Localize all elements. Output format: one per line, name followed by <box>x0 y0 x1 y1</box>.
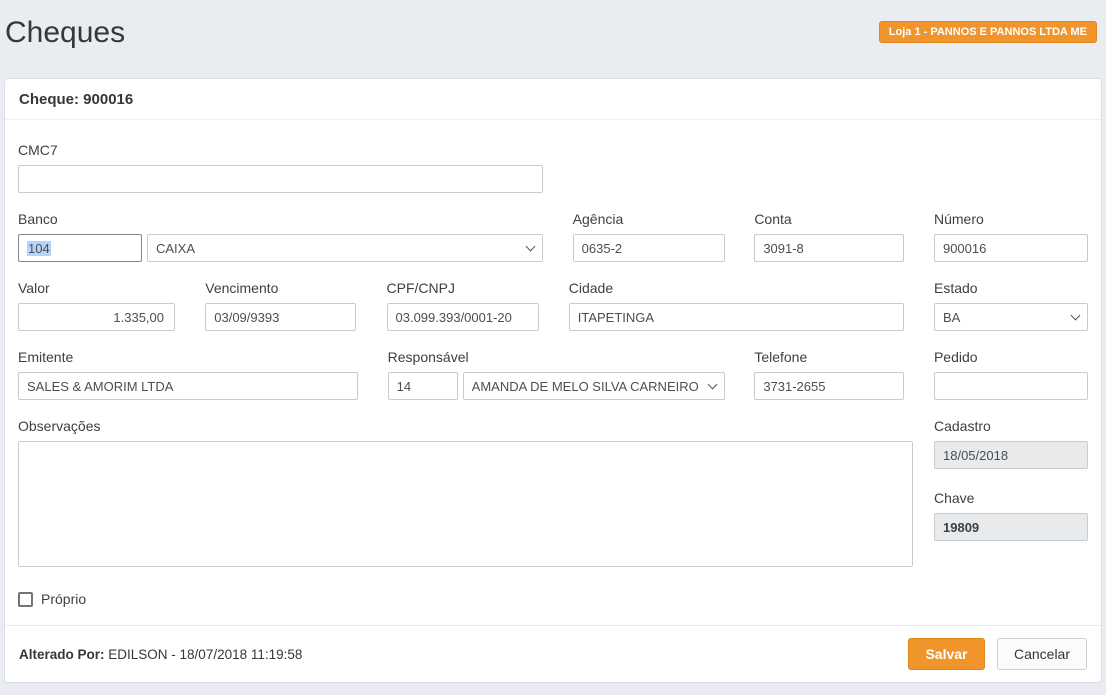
cidade-input[interactable] <box>569 303 904 331</box>
chevron-down-icon <box>707 379 717 389</box>
card-header: Cheque: 900016 <box>5 79 1101 120</box>
footer-buttons: Salvar Cancelar <box>908 638 1087 670</box>
valor-input[interactable] <box>18 303 175 331</box>
responsavel-group: AMANDA DE MELO SILVA CARNEIRO <box>388 372 725 400</box>
conta-input[interactable] <box>754 234 904 262</box>
chevron-down-icon <box>1071 310 1081 320</box>
banco-label: Banco <box>18 211 543 228</box>
row-cmc7: CMC7 <box>18 142 1088 193</box>
cmc7-input[interactable] <box>18 165 543 193</box>
agencia-input[interactable] <box>573 234 725 262</box>
banco-code-selected-text: 104 <box>27 241 51 256</box>
observacoes-textarea[interactable] <box>18 441 913 567</box>
field-cpf-cnpj: CPF/CNPJ <box>387 280 539 331</box>
card-footer: Alterado Por: EDILSON - 18/07/2018 11:19… <box>5 625 1101 682</box>
cidade-label: Cidade <box>569 280 904 297</box>
numero-label: Número <box>934 211 1088 228</box>
cheque-card: Cheque: 900016 CMC7 Banco 104 <box>4 78 1102 683</box>
field-conta: Conta <box>754 211 904 262</box>
field-observacoes: Observações <box>18 418 913 567</box>
cancel-button[interactable]: Cancelar <box>997 638 1087 670</box>
cmc7-label: CMC7 <box>18 142 543 159</box>
vencimento-input[interactable] <box>205 303 356 331</box>
observacoes-label: Observações <box>18 418 913 435</box>
field-banco: Banco 104 CAIXA <box>18 211 543 262</box>
banco-select[interactable]: CAIXA <box>147 234 543 262</box>
estado-select-value: BA <box>943 310 960 325</box>
altered-by-label: Alterado Por: <box>19 647 105 662</box>
altered-by-text: Alterado Por: EDILSON - 18/07/2018 11:19… <box>19 647 302 662</box>
banco-group: 104 CAIXA <box>18 234 543 262</box>
field-cidade: Cidade <box>569 280 904 331</box>
page: Cheques Loja 1 - PANNOS E PANNOS LTDA ME… <box>0 0 1106 695</box>
field-agencia: Agência <box>573 211 725 262</box>
cpf-cnpj-input[interactable] <box>387 303 539 331</box>
card-title: Cheque: 900016 <box>19 91 133 108</box>
valor-label: Valor <box>18 280 175 297</box>
cpf-cnpj-label: CPF/CNPJ <box>387 280 539 297</box>
field-vencimento: Vencimento <box>205 280 356 331</box>
cheque-form: CMC7 Banco 104 CAIXA <box>5 120 1101 607</box>
responsavel-code-input[interactable] <box>388 372 458 400</box>
banco-code-input[interactable]: 104 <box>18 234 142 262</box>
conta-label: Conta <box>754 211 904 228</box>
page-title: Cheques <box>5 11 125 55</box>
field-responsavel: Responsável AMANDA DE MELO SILVA CARNEIR… <box>388 349 725 400</box>
row-proprio: Próprio <box>18 591 1088 607</box>
cadastro-input <box>934 441 1088 469</box>
responsavel-select[interactable]: AMANDA DE MELO SILVA CARNEIRO <box>463 372 725 400</box>
pedido-label: Pedido <box>934 349 1088 366</box>
field-cmc7: CMC7 <box>18 142 543 193</box>
chave-input <box>934 513 1088 541</box>
telefone-label: Telefone <box>754 349 904 366</box>
row-banco: Banco 104 CAIXA Agência <box>18 211 1088 262</box>
field-telefone: Telefone <box>754 349 904 400</box>
field-chave: Chave <box>934 490 1088 541</box>
field-emitente: Emitente <box>18 349 358 400</box>
field-numero: Número <box>934 211 1088 262</box>
pedido-input[interactable] <box>934 372 1088 400</box>
row-observacoes: Observações Cadastro Chave <box>18 418 1088 567</box>
vencimento-label: Vencimento <box>205 280 356 297</box>
responsavel-label: Responsável <box>388 349 725 366</box>
proprio-checkbox[interactable] <box>18 592 33 607</box>
proprio-label: Próprio <box>41 591 86 607</box>
side-column: Cadastro Chave <box>934 418 1088 567</box>
field-valor: Valor <box>18 280 175 331</box>
chave-label: Chave <box>934 490 1088 507</box>
responsavel-select-value: AMANDA DE MELO SILVA CARNEIRO <box>472 379 699 394</box>
store-badge: Loja 1 - PANNOS E PANNOS LTDA ME <box>879 21 1097 43</box>
agencia-label: Agência <box>573 211 725 228</box>
field-cadastro: Cadastro <box>934 418 1088 469</box>
estado-label: Estado <box>934 280 1088 297</box>
cadastro-label: Cadastro <box>934 418 1088 435</box>
banco-select-value: CAIXA <box>156 241 195 256</box>
field-pedido: Pedido <box>934 349 1088 400</box>
altered-by-value: EDILSON - 18/07/2018 11:19:58 <box>108 647 302 662</box>
page-header: Cheques Loja 1 - PANNOS E PANNOS LTDA ME <box>0 0 1106 78</box>
telefone-input[interactable] <box>754 372 904 400</box>
chevron-down-icon <box>526 241 536 251</box>
save-button[interactable]: Salvar <box>908 638 984 670</box>
estado-select[interactable]: BA <box>934 303 1088 331</box>
numero-input[interactable] <box>934 234 1088 262</box>
row-valor: Valor Vencimento CPF/CNPJ Cidade Estado <box>18 280 1088 331</box>
emitente-label: Emitente <box>18 349 358 366</box>
emitente-input[interactable] <box>18 372 358 400</box>
field-estado: Estado BA <box>934 280 1088 331</box>
row-emitente: Emitente Responsável AMANDA DE MELO SILV… <box>18 349 1088 400</box>
